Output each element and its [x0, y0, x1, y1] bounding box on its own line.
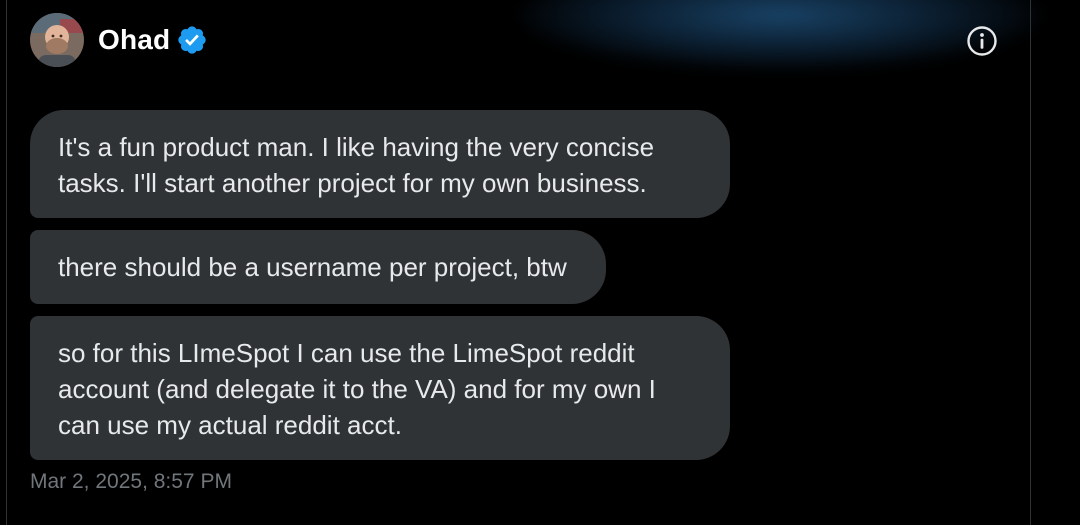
right-divider: [1030, 0, 1031, 525]
contact-name[interactable]: Ohad: [98, 24, 170, 56]
message-timestamp: Mar 2, 2025, 8:57 PM: [30, 470, 232, 493]
background-glow: [520, 0, 1040, 70]
message-bubble[interactable]: so for this LImeSpot I can use the LimeS…: [30, 316, 730, 460]
message-text: there should be a username per project, …: [58, 252, 567, 282]
left-divider: [6, 0, 7, 525]
info-icon[interactable]: [965, 24, 999, 58]
avatar[interactable]: [30, 13, 84, 67]
message-text: so for this LImeSpot I can use the LimeS…: [58, 338, 656, 440]
user-avatar-icon: [30, 13, 84, 67]
message-bubble[interactable]: there should be a username per project, …: [30, 230, 606, 304]
message-text: It's a fun product man. I like having th…: [58, 132, 655, 198]
message-bubble[interactable]: It's a fun product man. I like having th…: [30, 110, 730, 218]
conversation-header: Ohad: [30, 12, 208, 68]
verified-badge-icon: [176, 24, 208, 56]
